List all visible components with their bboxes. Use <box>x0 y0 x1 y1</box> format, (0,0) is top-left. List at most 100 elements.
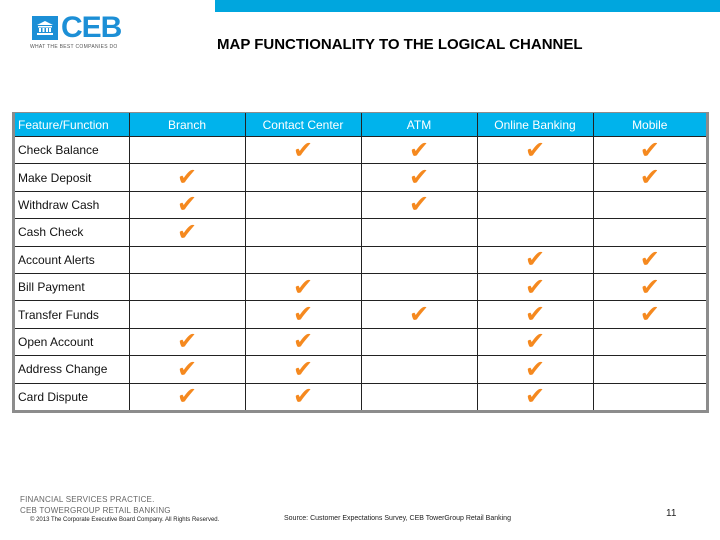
cell-atm <box>361 218 478 247</box>
cell-mobile: ✔ <box>593 135 706 165</box>
checkmark-icon: ✔ <box>176 354 198 383</box>
table-row: Open Account ✔ ✔ ✔ <box>15 327 706 357</box>
table-row: Make Deposit ✔ ✔ ✔ <box>15 163 706 192</box>
footer-practice-line1: FINANCIAL SERVICES PRACTICE. <box>20 495 155 504</box>
page-title: MAP FUNCTIONALITY TO THE LOGICAL CHANNEL <box>217 36 583 53</box>
checkmark-icon: ✔ <box>176 190 198 219</box>
cell-contact-center <box>245 191 362 220</box>
ceb-logo: CEB WHAT THE BEST COMPANIES DO <box>30 11 130 55</box>
cell-contact-center: ✔ <box>245 382 362 411</box>
checkmark-icon: ✔ <box>292 354 314 383</box>
cell-atm <box>361 355 478 384</box>
cell-online-banking <box>477 218 594 247</box>
checkmark-icon: ✔ <box>292 272 314 301</box>
table-row: Address Change ✔ ✔ ✔ <box>15 354 706 384</box>
cell-online-banking: ✔ <box>477 272 594 302</box>
cell-atm <box>361 273 478 302</box>
cell-branch <box>129 246 246 274</box>
checkmark-icon: ✔ <box>292 300 314 329</box>
cell-online-banking: ✔ <box>477 327 594 357</box>
checkmark-icon: ✔ <box>292 327 314 356</box>
table-header-row: Feature/Function Branch Contact Center A… <box>15 113 706 137</box>
column-header-feature: Feature/Function <box>15 113 130 137</box>
cell-atm: ✔ <box>361 135 478 165</box>
channel-feature-table: Feature/Function Branch Contact Center A… <box>12 112 709 413</box>
cell-atm <box>361 246 478 274</box>
cell-atm: ✔ <box>361 300 478 329</box>
top-accent-bar <box>215 0 720 12</box>
cell-mobile: ✔ <box>593 163 706 192</box>
checkmark-icon: ✔ <box>292 135 314 164</box>
cell-online-banking: ✔ <box>477 300 594 329</box>
cell-branch: ✔ <box>129 354 246 384</box>
checkmark-icon: ✔ <box>408 163 430 192</box>
page-number: 11 <box>666 508 677 519</box>
footer-practice: FINANCIAL SERVICES PRACTICE. CEB TOWERGR… <box>20 494 171 516</box>
feature-name: Check Balance <box>15 136 130 165</box>
table-row: Cash Check ✔ <box>15 217 706 247</box>
feature-name: Transfer Funds <box>15 300 130 329</box>
cell-atm <box>361 383 478 410</box>
feature-name: Cash Check <box>15 218 130 247</box>
cell-mobile <box>593 383 706 410</box>
column-header-online-banking: Online Banking <box>477 113 594 137</box>
checkmark-icon: ✔ <box>176 327 198 356</box>
table-row: Account Alerts ✔ ✔ <box>15 245 706 274</box>
checkmark-icon: ✔ <box>292 382 314 411</box>
checkmark-icon: ✔ <box>408 135 430 164</box>
cell-branch <box>129 300 246 329</box>
checkmark-icon: ✔ <box>176 382 198 411</box>
feature-name: Bill Payment <box>15 273 130 302</box>
cell-contact-center: ✔ <box>245 354 362 384</box>
checkmark-icon: ✔ <box>639 300 660 329</box>
checkmark-icon: ✔ <box>408 190 430 219</box>
logo-wordmark: CEB <box>61 11 122 44</box>
checkmark-icon: ✔ <box>524 327 546 356</box>
cell-branch: ✔ <box>129 217 246 247</box>
cell-atm: ✔ <box>361 190 478 220</box>
feature-name: Open Account <box>15 328 130 357</box>
footer-practice-line2: CEB TOWERGROUP RETAIL BANKING <box>20 506 171 515</box>
table-row: Withdraw Cash ✔ ✔ <box>15 190 706 220</box>
cell-online-banking: ✔ <box>477 382 594 411</box>
cell-mobile <box>593 191 706 220</box>
cell-branch: ✔ <box>129 190 246 220</box>
cell-contact-center: ✔ <box>245 272 362 302</box>
cell-branch <box>129 273 246 302</box>
cell-contact-center <box>245 163 362 192</box>
checkmark-icon: ✔ <box>524 382 546 411</box>
checkmark-icon: ✔ <box>524 272 546 301</box>
cell-contact-center <box>245 246 362 274</box>
cell-branch: ✔ <box>129 327 246 357</box>
bank-building-icon <box>32 16 58 40</box>
column-header-contact-center: Contact Center <box>245 113 362 137</box>
table-row: Card Dispute ✔ ✔ ✔ <box>15 383 706 410</box>
cell-online-banking: ✔ <box>477 136 594 165</box>
table-row: Bill Payment ✔ ✔ ✔ <box>15 272 706 302</box>
cell-mobile: ✔ <box>593 245 706 274</box>
cell-contact-center: ✔ <box>245 300 362 329</box>
feature-name: Make Deposit <box>15 163 130 192</box>
cell-contact-center: ✔ <box>245 135 362 165</box>
source-note: Source: Customer Expectations Survey, CE… <box>284 515 511 522</box>
feature-name: Account Alerts <box>15 246 130 274</box>
feature-name: Withdraw Cash <box>15 191 130 220</box>
logo-tagline: WHAT THE BEST COMPANIES DO <box>30 44 118 50</box>
feature-name: Card Dispute <box>15 383 130 410</box>
column-header-atm: ATM <box>361 113 478 137</box>
checkmark-icon: ✔ <box>639 163 660 192</box>
checkmark-icon: ✔ <box>176 217 198 246</box>
checkmark-icon: ✔ <box>639 245 660 274</box>
cell-mobile: ✔ <box>593 300 706 329</box>
column-header-branch: Branch <box>129 113 246 137</box>
checkmark-icon: ✔ <box>639 135 660 164</box>
cell-online-banking <box>477 163 594 192</box>
cell-mobile <box>593 328 706 357</box>
checkmark-icon: ✔ <box>524 300 546 329</box>
checkmark-icon: ✔ <box>524 245 546 274</box>
cell-online-banking: ✔ <box>477 354 594 384</box>
checkmark-icon: ✔ <box>408 300 430 329</box>
table-row: Transfer Funds ✔ ✔ ✔ ✔ <box>15 300 706 329</box>
checkmark-icon: ✔ <box>524 354 546 383</box>
checkmark-icon: ✔ <box>639 272 660 301</box>
